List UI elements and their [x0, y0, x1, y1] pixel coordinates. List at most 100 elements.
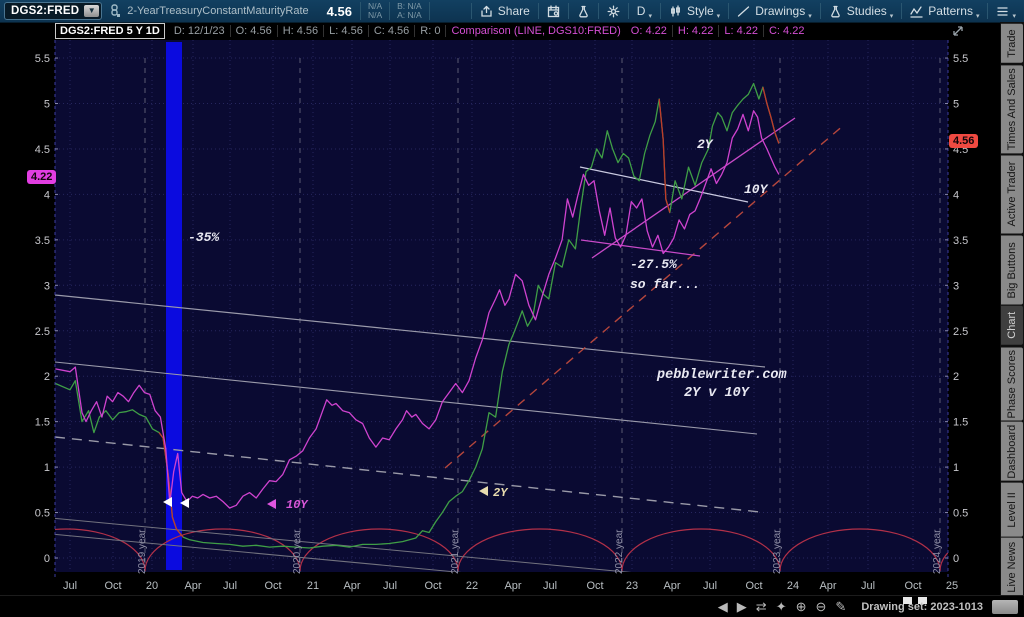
- chart-annotation[interactable]: 2Y: [493, 486, 509, 500]
- symbol-description: 2-YearTreasuryConstantMaturityRate: [127, 5, 309, 17]
- y-axis-label: 3: [953, 280, 959, 292]
- x-axis-label: Oct: [424, 580, 441, 592]
- year-label: 2020 year: [292, 529, 303, 574]
- x-axis-label: 21: [307, 580, 319, 592]
- tab-big-buttons[interactable]: Big Buttons: [1001, 235, 1023, 305]
- chart-plot: -35% -27.5% so far... pebblewriter.com 2Y v …: [35, 40, 968, 592]
- y-axis-label: 4: [44, 189, 50, 201]
- chart-resize-icon[interactable]: [951, 24, 965, 43]
- y-axis-label: 0.5: [35, 508, 50, 520]
- y-axis-label: 5: [44, 99, 50, 111]
- x-axis-label: 20: [146, 580, 158, 592]
- calendar-button[interactable]: [539, 0, 568, 22]
- ohlc-field: L: 4.56: [323, 25, 368, 37]
- x-axis-label: Oct: [104, 580, 121, 592]
- chart-nav-icons: ◀ ▶ ⇄ ✦ ⊕ ⊖ ✎: [718, 596, 847, 617]
- timeframe-button[interactable]: D ▾: [629, 0, 660, 22]
- pan-left-button[interactable]: ◀: [718, 596, 728, 617]
- chart-header: DGS2:FRED 5 Y 1D D: 12/1/23 O: 4.56 H: 4.5…: [55, 23, 809, 39]
- studies-button[interactable]: Studies ▾: [821, 0, 902, 22]
- patterns-button[interactable]: Patterns ▾: [902, 0, 987, 22]
- quick-study-button[interactable]: [569, 0, 598, 22]
- price-bubble-2y: 4.56: [949, 134, 979, 148]
- right-tab-strip: Trade Times And Sales Active Trader Big But…: [1000, 22, 1024, 597]
- chart-annotation[interactable]: 2Y: [697, 137, 714, 152]
- tab-live-news[interactable]: Live News: [1001, 538, 1023, 597]
- style-button[interactable]: Style ▾: [661, 0, 728, 22]
- y-axis-label: 3.5: [953, 235, 968, 247]
- x-axis-label: Apr: [663, 580, 680, 592]
- y-axis-label: 4: [953, 189, 959, 201]
- ohlc-field: L: 4.22: [718, 25, 763, 37]
- tab-phase-scores[interactable]: Phase Scores: [1001, 346, 1023, 421]
- tab-chart[interactable]: Chart: [1001, 306, 1023, 345]
- zoom-in-button[interactable]: ⊕: [796, 596, 807, 617]
- ohlc-field: C: 4.22: [762, 25, 809, 37]
- comparison-label[interactable]: Comparison (LINE, DGS10:FRED): [445, 25, 625, 37]
- y-axis-label: 5.5: [953, 53, 968, 65]
- symbol-input[interactable]: DGS2:FRED ▼: [4, 2, 103, 20]
- y-axis-label: 1.5: [953, 417, 968, 429]
- tab-times-and-sales[interactable]: Times And Sales: [1001, 64, 1023, 154]
- chart-annotation[interactable]: -35%: [188, 230, 220, 245]
- share-button[interactable]: Share: [472, 0, 538, 22]
- y-axis-label: 0.5: [953, 508, 968, 520]
- drawing-set-label[interactable]: Drawing set: 2023-1013: [861, 601, 983, 613]
- x-axis-label: Jul: [63, 580, 77, 592]
- tab-trade[interactable]: Trade: [1001, 24, 1023, 63]
- y-axis-label: 1: [953, 462, 959, 474]
- year-label: 2019 year: [137, 529, 148, 574]
- ohlc-field: O: 4.56: [229, 25, 277, 37]
- ohlc-field: D: 12/1/23: [173, 25, 225, 37]
- x-axis-label: Jul: [543, 580, 557, 592]
- chart-annotation[interactable]: -27.5%: [630, 257, 678, 272]
- top-toolbar: DGS2:FRED ▼ 2-YearTreasuryConstantMaturi…: [0, 0, 1024, 23]
- x-axis-label: 24: [787, 580, 799, 592]
- chart-annotation[interactable]: 10Y: [286, 498, 309, 512]
- drawings-button[interactable]: Drawings ▾: [729, 0, 820, 22]
- caret-down-icon: ▾: [975, 13, 980, 20]
- chart-annotation[interactable]: pebblewriter.com: [656, 368, 787, 383]
- chart-annotation[interactable]: so far...: [630, 277, 700, 292]
- crosshair-button[interactable]: ✦: [776, 596, 787, 617]
- caret-down-icon: ▾: [808, 13, 812, 20]
- x-axis-label: Apr: [504, 580, 521, 592]
- y-axis-label: 2.5: [953, 326, 968, 338]
- quote-size-bottom: N/A: [367, 10, 383, 20]
- drawings-button-label: Drawings: [755, 4, 806, 18]
- y-axis-label: 3.5: [35, 235, 50, 247]
- tab-level-ii[interactable]: Level II: [1001, 482, 1023, 537]
- menu-button[interactable]: ▾: [988, 0, 1024, 22]
- x-axis-label: Jul: [703, 580, 717, 592]
- pan-right-button[interactable]: ▶: [737, 596, 747, 617]
- pan-mode-button[interactable]: ⇄: [756, 596, 767, 617]
- wave-icon: [910, 5, 923, 18]
- caret-down-icon: ▾: [648, 13, 652, 20]
- tab-dashboard[interactable]: Dashboard: [1001, 422, 1023, 481]
- gear-icon: [607, 5, 620, 18]
- tab-active-trader[interactable]: Active Trader: [1001, 155, 1023, 234]
- x-axis-label: Jul: [223, 580, 237, 592]
- thinkorswim-window: -35% -27.5% so far... pebblewriter.com 2Y v …: [0, 0, 1024, 617]
- instrument-link-icon[interactable]: [109, 4, 121, 18]
- chart-annotation[interactable]: 10Y: [744, 182, 769, 197]
- chart-annotation[interactable]: 2Y v 10Y: [684, 386, 751, 401]
- y-axis-label: 3: [44, 280, 50, 292]
- status-grip[interactable]: [992, 600, 1018, 614]
- x-axis-label: Apr: [343, 580, 360, 592]
- x-axis-label: Oct: [264, 580, 281, 592]
- caret-down-icon: ▾: [1012, 13, 1016, 20]
- symbol-dropdown-button[interactable]: ▼: [84, 5, 100, 17]
- toolbar-buttons: Share D ▾ Style ▾ Drawings ▾ Studies ▾ Patterns ▾ ▾: [470, 0, 1024, 22]
- y-axis-label: 1: [44, 462, 50, 474]
- y-axis-label: 4.5: [35, 144, 50, 156]
- caret-down-icon: ▾: [716, 13, 721, 20]
- calendar-icon: [547, 4, 560, 18]
- y-axis-label: 2.5: [35, 326, 50, 338]
- studies-button-label: Studies: [846, 4, 887, 18]
- settings-button[interactable]: [599, 0, 628, 22]
- draw-line-button[interactable]: ✎: [835, 596, 846, 617]
- x-axis-label: Oct: [586, 580, 603, 592]
- flask-icon: [829, 5, 842, 18]
- zoom-out-button[interactable]: ⊖: [816, 596, 827, 617]
